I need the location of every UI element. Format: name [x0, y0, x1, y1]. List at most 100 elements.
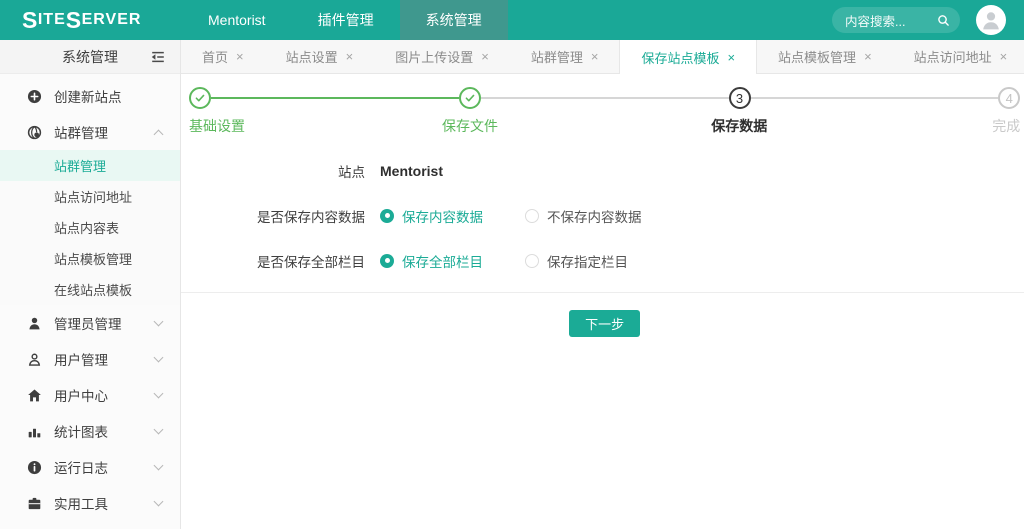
- topbar: SITESERVER Mentorist插件管理系统管理 内容搜索...: [0, 0, 1024, 40]
- option-save-content-data[interactable]: 保存内容数据: [380, 206, 483, 226]
- sidebar-item-create-new-site[interactable]: 创建新站点: [0, 78, 180, 114]
- option-save-selected-channels[interactable]: 保存指定栏目: [525, 251, 628, 271]
- sidebar-item-admin-manage[interactable]: 管理员管理: [0, 305, 180, 341]
- form-value-site: Mentorist: [380, 163, 443, 179]
- sidebar-item-label: 运行日志: [54, 457, 108, 477]
- sidebar-item-site-group-manage[interactable]: 站群管理: [0, 114, 180, 150]
- logo-text: S: [22, 9, 38, 32]
- sidebar-item-label: 创建新站点: [54, 86, 122, 106]
- radio-selected-icon[interactable]: [380, 254, 394, 268]
- sidebar-header: 系统管理: [0, 40, 180, 74]
- close-icon[interactable]: ×: [864, 49, 872, 64]
- next-step-button[interactable]: 下一步: [569, 310, 640, 337]
- chevron-down-icon: [154, 497, 164, 507]
- radio-selected-icon[interactable]: [380, 209, 394, 223]
- sidebar-item-label: 用户中心: [54, 385, 108, 405]
- close-icon[interactable]: ×: [591, 49, 599, 64]
- nav-plugin-manage[interactable]: 插件管理: [292, 0, 400, 40]
- step-connector: [211, 97, 459, 99]
- step-save-files-marker: [459, 87, 481, 109]
- option-label: 保存指定栏目: [547, 251, 628, 271]
- sidebar-item-run-logs[interactable]: 运行日志: [0, 449, 180, 485]
- chevron-up-icon: [154, 130, 164, 140]
- stepper-track: 34: [189, 87, 1020, 109]
- tab-label: 站点模板管理: [778, 47, 856, 66]
- radio-unselected-icon[interactable]: [525, 209, 539, 223]
- form-actions: 下一步: [181, 293, 1024, 337]
- step-save-data-label: 保存数据: [711, 116, 767, 136]
- plus-circle-icon: [27, 89, 42, 104]
- top-nav: Mentorist插件管理系统管理: [182, 0, 508, 40]
- tab-site-settings[interactable]: 站点设置 ×: [265, 40, 375, 73]
- close-icon[interactable]: ×: [236, 49, 244, 64]
- step-connector: [481, 97, 729, 99]
- tab-image-upload-settings[interactable]: 图片上传设置×: [374, 40, 510, 73]
- tab-label: 保存站点模板: [641, 48, 719, 67]
- option-label: 保存全部栏目: [402, 251, 483, 271]
- sidebar-item-label: 实用工具: [54, 493, 108, 513]
- sidebar-item-user-center[interactable]: 用户中心: [0, 377, 180, 413]
- step-basic-settings-marker: [189, 87, 211, 109]
- search-placeholder: 内容搜索...: [845, 11, 905, 30]
- close-icon[interactable]: ×: [1000, 49, 1008, 64]
- sidebar-item-label: 统计图表: [54, 421, 108, 441]
- close-icon[interactable]: ×: [346, 49, 354, 64]
- chevron-down-icon: [154, 317, 164, 327]
- close-icon[interactable]: ×: [727, 50, 735, 65]
- nav-mentorist[interactable]: Mentorist: [182, 0, 292, 40]
- home-icon: [27, 388, 42, 403]
- sidebar-subitem-online-site-template[interactable]: 在线站点模板: [0, 274, 180, 305]
- topbar-right: 内容搜索...: [832, 0, 1024, 40]
- search-icon[interactable]: [937, 14, 950, 27]
- nav-system-manage[interactable]: 系统管理: [400, 0, 508, 40]
- sidebar-item-stats-charts[interactable]: 统计图表: [0, 413, 180, 449]
- option-no-save-content-data[interactable]: 不保存内容数据: [525, 206, 642, 226]
- sidebar-title: 系统管理: [62, 47, 118, 67]
- close-icon[interactable]: ×: [481, 49, 489, 64]
- sidebar-item-label: 站群管理: [54, 122, 108, 142]
- option-label: 不保存内容数据: [547, 206, 642, 226]
- collapse-menu-icon[interactable]: [150, 49, 166, 65]
- form-body-save-content-data: 保存内容数据 不保存内容数据: [380, 206, 684, 226]
- sidebar-item-label: 管理员管理: [54, 313, 122, 333]
- toolbox-icon: [27, 496, 42, 511]
- app-root: SITESERVER Mentorist插件管理系统管理 内容搜索... 系统管…: [0, 0, 1024, 529]
- step-finish-marker: 4: [998, 87, 1020, 109]
- step-finish-label: 完成: [992, 116, 1020, 136]
- form-row-save-all-channels: 是否保存全部栏目保存全部栏目保存指定栏目: [189, 238, 1024, 283]
- user-icon: [27, 352, 42, 367]
- sidebar-subitem-site-template-manage[interactable]: 站点模板管理: [0, 243, 180, 274]
- sidebar-subitem-site-access-url[interactable]: 站点访问地址: [0, 181, 180, 212]
- step-save-data-marker: 3: [729, 87, 751, 109]
- tab-home[interactable]: 首页×: [181, 40, 265, 73]
- tab-save-site-template[interactable]: 保存站点模板 ×: [619, 40, 757, 74]
- admin-icon: [27, 316, 42, 331]
- sidebar-item-utilities[interactable]: 实用工具: [0, 485, 180, 521]
- sidebar: 系统管理 创建新站点站群管理站群管理站点访问地址站点内容表站点模板管理在线站点模…: [0, 40, 181, 529]
- tab-site-group-manage[interactable]: 站群管理×: [510, 40, 620, 73]
- stepper-labels: 基础设置保存文件保存数据完成: [189, 116, 1020, 140]
- save-template-form: 站点Mentorist是否保存内容数据保存内容数据不保存内容数据是否保存全部栏目…: [181, 148, 1024, 283]
- tab-label: 站点设置: [286, 47, 338, 66]
- option-label: 保存内容数据: [402, 206, 483, 226]
- tab-site-template-manage[interactable]: 站点模板管理 ×: [757, 40, 893, 73]
- tab-site-access-url[interactable]: 站点访问地址 ×: [893, 40, 1024, 73]
- content-search-input[interactable]: 内容搜索...: [832, 7, 960, 33]
- radio-unselected-icon[interactable]: [525, 254, 539, 268]
- info-icon: [27, 460, 42, 475]
- siteserver-logo[interactable]: SITESERVER: [0, 0, 182, 40]
- form-body-save-all-channels: 保存全部栏目 保存指定栏目: [380, 251, 670, 271]
- tab-label: 站点访问地址: [914, 47, 992, 66]
- sidebar-subitem-site-group-manage-sub[interactable]: 站群管理: [0, 150, 180, 181]
- content-panel: 34 基础设置保存文件保存数据完成 站点Mentorist是否保存内容数据保存内…: [181, 74, 1024, 529]
- chevron-down-icon: [154, 353, 164, 363]
- shell: 系统管理 创建新站点站群管理站群管理站点访问地址站点内容表站点模板管理在线站点模…: [0, 40, 1024, 529]
- sidebar-item-user-manage[interactable]: 用户管理: [0, 341, 180, 377]
- person-icon: [980, 5, 1002, 35]
- sidebar-subitem-site-content-table[interactable]: 站点内容表: [0, 212, 180, 243]
- form-row-save-content-data: 是否保存内容数据 保存内容数据 不保存内容数据: [189, 193, 1024, 238]
- sidebar-item-label: 用户管理: [54, 349, 108, 369]
- form-label-save-content-data: 是否保存内容数据: [189, 206, 365, 226]
- user-avatar[interactable]: [976, 5, 1006, 35]
- option-save-all-channels[interactable]: 保存全部栏目: [380, 251, 483, 271]
